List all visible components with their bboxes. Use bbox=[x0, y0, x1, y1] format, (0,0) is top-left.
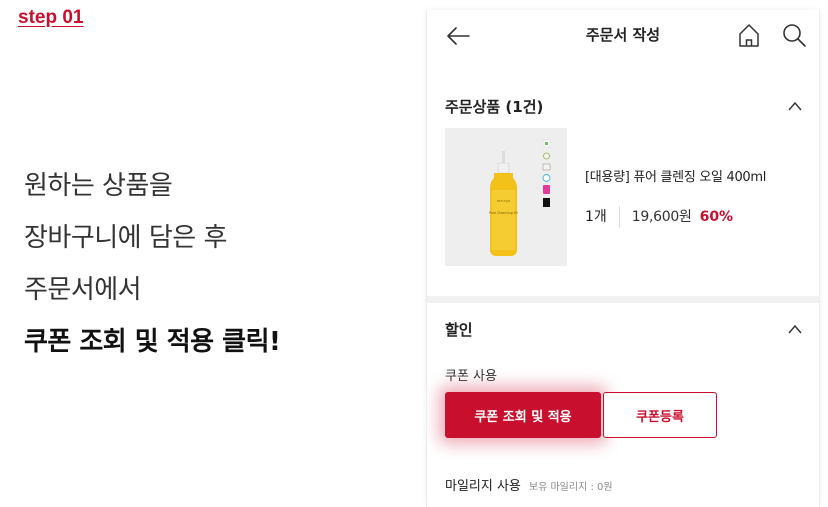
chevron-up-icon[interactable] bbox=[787, 323, 803, 335]
product-price: 19,600원 bbox=[631, 209, 692, 225]
step-label: step 01 bbox=[18, 7, 84, 28]
coupon-label: 쿠폰 사용 bbox=[445, 369, 497, 384]
mileage-label: 마일리지 사용 bbox=[445, 479, 521, 494]
mobile-screen: 주문서 작성 주문상품 (1건) ma:nyo Pure Cleansing O… bbox=[426, 10, 820, 507]
product-item: ma:nyo Pure Cleansing Oil [대용량] 퓨어 클렌징 오… bbox=[445, 128, 805, 266]
product-image: ma:nyo Pure Cleansing Oil bbox=[445, 128, 567, 266]
coupon-register-button[interactable]: 쿠폰등록 bbox=[603, 392, 717, 438]
chevron-up-icon[interactable] bbox=[787, 100, 803, 112]
bottle-label-text: Pure Cleansing Oil bbox=[489, 211, 518, 215]
discount-section-header[interactable]: 할인 bbox=[427, 315, 819, 345]
coupon-lookup-button[interactable]: 쿠폰 조회 및 적용 bbox=[445, 392, 601, 438]
discount-section: 할인 쿠폰 사용 쿠폰 조회 및 적용 쿠폰등록 마일리지 사용 보유 마일리지 … bbox=[427, 315, 819, 494]
meta-divider bbox=[618, 206, 620, 228]
instructions: 원하는 상품을 장바구니에 담은 후 주문서에서 쿠폰 조회 및 적용 클릭! bbox=[24, 160, 281, 368]
instruction-line: 장바구니에 담은 후 bbox=[24, 223, 227, 253]
mileage-balance: 보유 마일리지 : 0원 bbox=[528, 482, 613, 493]
discount-section-title: 할인 bbox=[445, 321, 473, 339]
products-section-header[interactable]: 주문상품 (1건) bbox=[427, 92, 819, 122]
order-products-section: 주문상품 (1건) ma:nyo Pure Cleansing Oil [대용량… bbox=[427, 92, 819, 266]
products-section-title: 주문상품 (1건) bbox=[445, 98, 544, 116]
section-divider bbox=[427, 296, 819, 303]
product-thumbnail[interactable]: ma:nyo Pure Cleansing Oil bbox=[445, 128, 567, 266]
product-meta: 1개 19,600원 60% bbox=[585, 206, 733, 228]
instruction-line-highlight: 쿠폰 조회 및 적용 클릭! bbox=[24, 327, 281, 357]
discount-rate: 60% bbox=[699, 209, 734, 225]
bottle-brand-text: ma:nyo bbox=[497, 199, 510, 203]
product-quantity: 1개 bbox=[585, 209, 607, 225]
mileage-row: 마일리지 사용 보유 마일리지 : 0원 bbox=[445, 475, 613, 494]
product-name[interactable]: [대용량] 퓨어 클렌징 오일 400ml bbox=[585, 166, 766, 185]
home-icon[interactable] bbox=[737, 22, 761, 48]
instruction-line: 원하는 상품을 bbox=[24, 171, 173, 201]
app-header: 주문서 작성 bbox=[427, 10, 819, 62]
instruction-line: 주문서에서 bbox=[24, 275, 142, 305]
search-icon[interactable] bbox=[781, 22, 807, 48]
